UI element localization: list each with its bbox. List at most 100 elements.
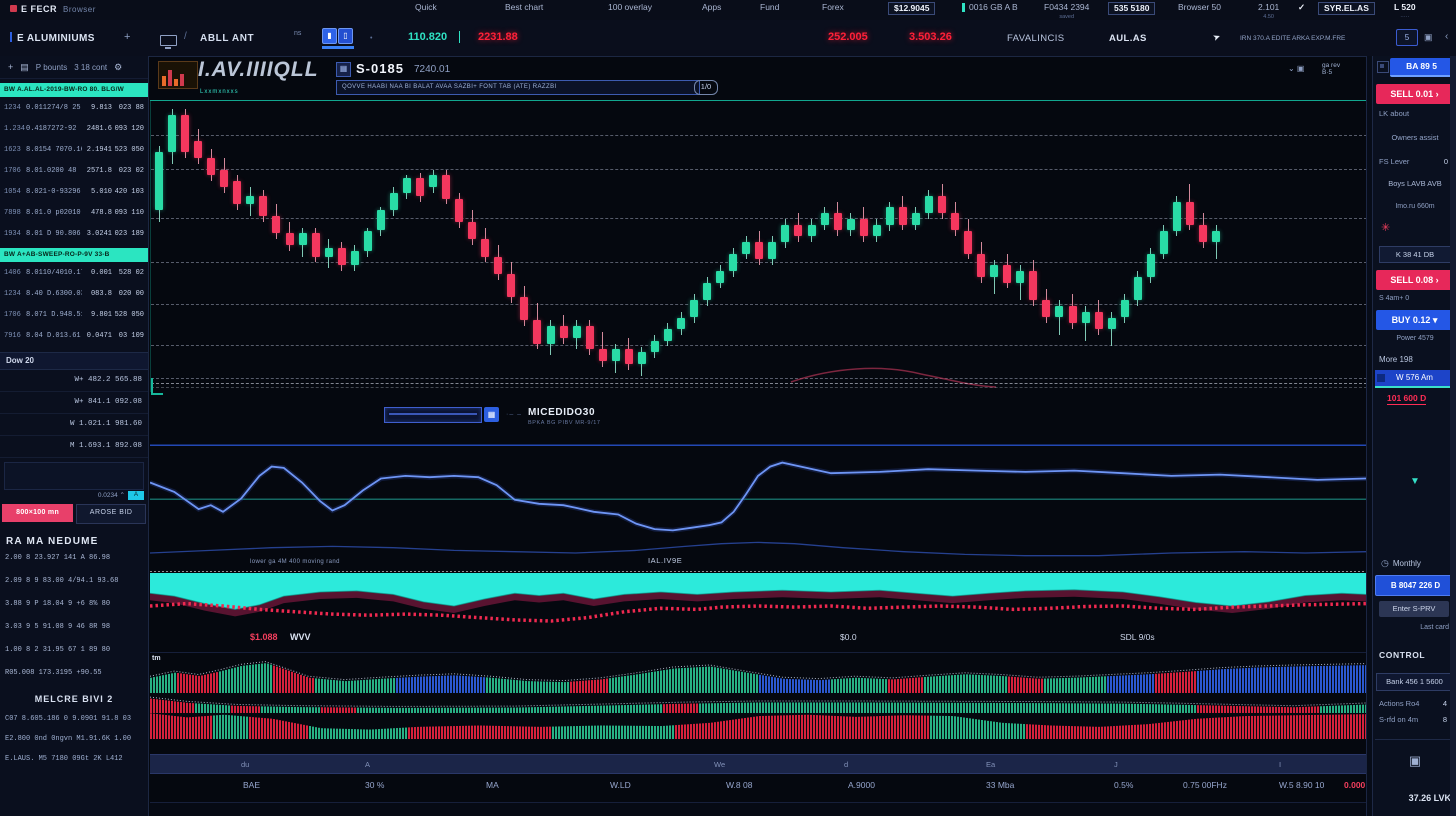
mini-chip[interactable]: A [128, 491, 144, 500]
band-indicator-pane[interactable] [150, 570, 1366, 628]
owners-assist-label: Owners assist [1373, 133, 1456, 142]
menu-item[interactable]: 0016 GB A B [962, 3, 1018, 12]
dow-row[interactable]: W 1.021.1 981.60 [0, 414, 148, 436]
timeframe-label[interactable]: ABLL ANT [200, 33, 254, 44]
monitor-icon[interactable] [160, 35, 177, 46]
windows-icon[interactable]: ▣ [1373, 753, 1456, 769]
watchlist-highlight-row[interactable]: BW A.AL.AL-2019-BW-RO 80. BLG/W [0, 83, 148, 97]
gear-icon[interactable]: ⚙ [114, 62, 122, 73]
watchlist-row[interactable]: 14068.0110/4010.170.001528 02 [0, 262, 148, 283]
watchlist-tool-label-1[interactable]: P bounts [36, 63, 67, 72]
last-card-label: Last card [1373, 624, 1449, 631]
data-row[interactable]: 2.09 8 9 83.00 4/94.1 93.68 [0, 570, 148, 593]
oscillator-pane[interactable]: lower ga 4M 400 moving rand IAL.IV9E [150, 432, 1366, 565]
menu-item[interactable]: $12.9045 [888, 2, 935, 15]
data-row[interactable]: 2.00 8 23.927 141 A 86.98 [0, 547, 148, 570]
price-red-1: 2231.88 [478, 31, 518, 43]
candlestick-chart[interactable] [150, 100, 1367, 392]
data-row[interactable]: 3.03 9 5 91.08 9 46 8R 98 [0, 616, 148, 639]
pink-button[interactable]: 800×100 mn [2, 504, 73, 522]
back-icon[interactable]: ‹ [1445, 31, 1448, 42]
data-row[interactable]: R05.008 173.3195 +90.55 [0, 662, 148, 685]
watchlist-highlight-row[interactable]: BW A+AB-SWEEP-RO-P-9V 33-B [0, 248, 148, 262]
search-button[interactable]: ▦ [484, 407, 499, 422]
buy-button[interactable]: BUY 0.12 ▾ [1376, 310, 1453, 330]
watchlist-row[interactable]: 10548.021-0-932965.010420 103 [0, 181, 148, 202]
enter-sprv-button[interactable]: Enter S-PRV [1379, 601, 1449, 617]
watchlist-row[interactable]: 12348.40 D.6300.03083.8020 00 [0, 283, 148, 304]
chart-mode-icon-1[interactable]: ▮ [322, 28, 337, 44]
menu-item[interactable]: 100 overlay [608, 3, 652, 12]
symbol-accent-bar [10, 32, 12, 42]
histogram-pane[interactable]: tm [150, 652, 1366, 739]
sell-button-1[interactable]: SELL 0.01 › [1376, 84, 1453, 104]
red-asterisk-icon: ✳ [1381, 221, 1390, 234]
arose-bid-button[interactable]: AROSE BID [76, 504, 146, 524]
bank-field[interactable]: Bank 456 1 5600 [1376, 673, 1453, 691]
red-quote-link[interactable]: 101 600 D [1387, 393, 1426, 405]
plus-icon[interactable]: + [8, 62, 13, 72]
time-axis-band[interactable]: duAWedEaJI [150, 754, 1366, 774]
dot-separator: • [370, 35, 372, 42]
watchlist-tool-label-2[interactable]: 3 18 cont [74, 63, 107, 72]
menu-item[interactable]: Quick [415, 3, 437, 12]
app-logo[interactable]: E FECRBrowser [10, 4, 96, 14]
lever-value[interactable]: 0 [1444, 157, 1448, 166]
histogram-strip-3 [150, 712, 1366, 739]
cursor-icon[interactable]: ➤ [1211, 31, 1222, 44]
grid-count-chip[interactable]: 5 [1396, 29, 1418, 46]
add-symbol-button[interactable]: + [124, 31, 130, 43]
watchlist-row[interactable]: 1.2340.4187272-922481.6093 120 [0, 118, 148, 139]
bid-cell: 2571.8 [82, 167, 112, 175]
menu-item[interactable]: Browser 50 [1178, 3, 1221, 12]
srfd-value[interactable]: 8 [1443, 715, 1447, 724]
watchlist-row[interactable]: 79168.04 D.013.610.047103 109 [0, 325, 148, 346]
chart-mode-icon-2[interactable]: ▯ [338, 28, 353, 44]
data-row[interactable]: 3.88 9 P 18.04 9 +6 8% 80 [0, 593, 148, 616]
sell-button-2[interactable]: SELL 0.08 › [1376, 270, 1453, 290]
watchlist-row[interactable]: 17068.01.0200 482571.8023 02 [0, 160, 148, 181]
account-button[interactable]: BA 89 5 [1390, 58, 1453, 77]
chart-corner-text: ga revB·5 [1322, 62, 1340, 76]
grid-toggle-icon[interactable]: ▦ [336, 62, 351, 77]
empty-quote-box[interactable] [4, 462, 144, 490]
watchlist-row[interactable]: 78988.01.0 p02010478.8093 110 [0, 202, 148, 223]
order-id-button[interactable]: K 38 41 DB [1379, 246, 1451, 263]
scrollbar[interactable] [1450, 56, 1456, 816]
watchlist-row[interactable]: 17068.071 D.948.519.801528 050 [0, 304, 148, 325]
menu-item[interactable]: Best chart [505, 3, 543, 12]
toolbar-text-2[interactable]: AUL.AS [1109, 33, 1147, 44]
chart-search-row: ▦ ·– – MICEDIDO30 BPKA BG PIBV MR-9/17 [150, 402, 1366, 432]
data-row[interactable]: 1.00 8 2 31.95 67 1 89 80 [0, 639, 148, 662]
actions-value[interactable]: 4 [1443, 699, 1447, 708]
amount-field[interactable]: W 576 Am [1375, 370, 1454, 388]
menu-item[interactable]: SYR.EL.AS [1318, 2, 1375, 15]
menu-item[interactable]: ✓ [1298, 3, 1305, 12]
window-mini-icon[interactable] [1377, 61, 1389, 73]
menu-item[interactable]: Fund [760, 3, 779, 12]
menu-item[interactable]: 535 5180 [1108, 2, 1155, 15]
time-tick: J [1114, 760, 1118, 769]
menu-item[interactable]: Apps [702, 3, 721, 12]
dow-row[interactable]: W+ 841.1 092.08 [0, 392, 148, 414]
menu-item[interactable]: Forex [822, 3, 844, 12]
dow-row[interactable]: W+ 482.2 565.88 [0, 370, 148, 392]
chart-corner-icons[interactable]: ⌄ ▣ [1288, 64, 1304, 73]
window-icon[interactable]: ▣ [1424, 32, 1433, 43]
monthly-row[interactable]: ◷Monthly [1381, 558, 1421, 569]
watchlist-row[interactable]: 16238.0154 7070.162.1941523 050 [0, 139, 148, 160]
blue-action-button[interactable]: B 8047 226 D [1375, 575, 1456, 596]
info-count-chip[interactable]: 1/0 [694, 80, 718, 95]
statusbar: duAWedEaJI BAE30 %MAW.LDW.8 08A.900033 M… [150, 740, 1366, 816]
watchlist-row[interactable]: 19348.01 D 90.8063.0241023 189 [0, 223, 148, 244]
chart-mode-buttons[interactable]: ▮▯ [322, 28, 360, 50]
more-label[interactable]: More 198 [1379, 355, 1413, 364]
folder-icon[interactable]: ▤ [20, 62, 29, 73]
watchlist-row[interactable]: 12340.011274/8 259.813023 88 [0, 97, 148, 118]
search-input[interactable] [384, 407, 482, 423]
symbol-label[interactable]: E ALUMINIUMS [10, 32, 95, 44]
boys-lavb-label[interactable]: Boys LAVB AVB [1373, 179, 1456, 188]
dow-row[interactable]: M 1.693.1 892.08 [0, 436, 148, 458]
status-value: A.9000 [848, 780, 875, 790]
toolbar-text-1[interactable]: FAVALINCIS [1007, 33, 1065, 44]
